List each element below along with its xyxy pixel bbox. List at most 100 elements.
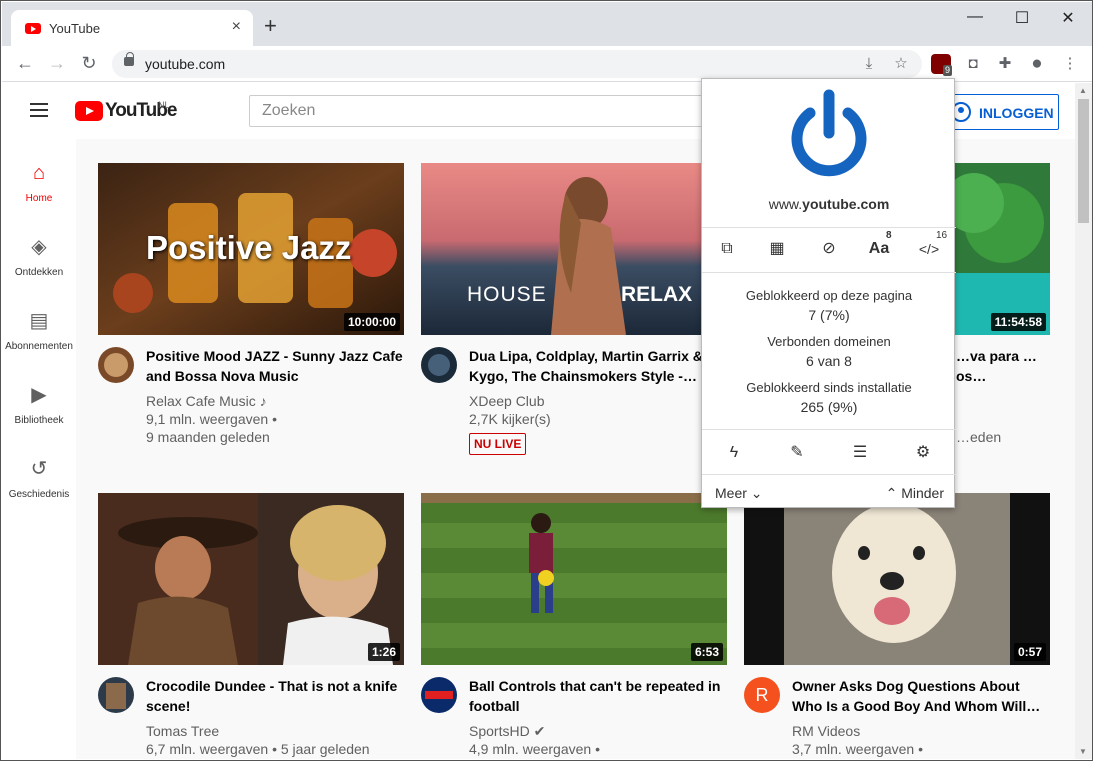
element-picker-eyedropper-icon[interactable]: ✎	[782, 439, 812, 467]
channel-avatar[interactable]	[98, 677, 134, 713]
browser-menu-icon[interactable]: ⋮	[1060, 54, 1080, 74]
address-bar[interactable]: youtube.com	[112, 50, 922, 78]
stat-blocked-page-value: 7 (7%)	[808, 307, 850, 323]
search-input[interactable]: Zoeken	[249, 95, 709, 127]
less-button[interactable]: ⌃ Minder	[886, 485, 944, 502]
sidebar-item-subscriptions[interactable]: ▤ Abonnementen	[2, 309, 76, 352]
logger-icon[interactable]: ☰	[845, 439, 875, 467]
video-thumbnail[interactable]: 0:57	[744, 493, 1050, 665]
sidebar-item-explore[interactable]: ◈ Ontdekken	[2, 235, 76, 278]
popup-toolbar-bottom: ϟ ✎ ☰ ⚙	[702, 439, 956, 469]
remote-fonts-count: 8	[886, 230, 892, 241]
install-app-icon[interactable]: ⤓	[859, 54, 879, 74]
javascript-icon[interactable]: </> 16	[914, 231, 947, 263]
url-text[interactable]: youtube.com	[145, 56, 225, 72]
video-duration: 6:53	[690, 643, 723, 661]
extensions-puzzle-icon[interactable]: ✚	[995, 54, 1015, 74]
video-thumbnail[interactable]: 6:53	[421, 493, 727, 665]
stat-domains-label: Verbonden domeinen	[767, 334, 891, 349]
video-title[interactable]: Crocodile Dundee - That is not a knife s…	[146, 676, 404, 716]
channel-name[interactable]: Tomas Tree	[146, 722, 404, 740]
javascript-label: </>	[918, 241, 940, 257]
divider	[702, 227, 956, 228]
minimize-button[interactable]: —	[952, 8, 998, 26]
sidebar-item-library[interactable]: ▶ Bibliotheek	[2, 383, 76, 426]
upload-date: 9 maanden geleden	[146, 429, 270, 445]
popup-blocking-icon[interactable]: ⧉	[712, 235, 742, 263]
view-count: 4,9 mln. weergaven •	[469, 741, 600, 757]
bitwarden-extension-icon[interactable]: ◘	[963, 54, 983, 74]
login-button[interactable]: INLOGGEN	[942, 94, 1059, 130]
channel-avatar[interactable]	[98, 347, 134, 383]
power-button-icon[interactable]	[784, 85, 874, 181]
media-blocking-icon[interactable]: ▦	[762, 235, 792, 263]
video-title[interactable]: Owner Asks Dog Questions About Who Is a …	[792, 676, 1050, 716]
video-title[interactable]: Ball Controls that can't be repeated in …	[469, 676, 727, 716]
video-thumbnail[interactable]: HOUSE RELAX	[421, 163, 727, 335]
video-thumbnail[interactable]: 1:26	[98, 493, 404, 665]
channel-name[interactable]: Relax Cafe Music ♪	[146, 392, 404, 410]
sidebar: ⌂ Home ◈ Ontdekken ▤ Abonnementen ▶ Bibl…	[2, 139, 76, 759]
maximize-button[interactable]: ☐	[999, 8, 1045, 28]
sidebar-item-label: Bibliotheek	[14, 415, 64, 426]
domain-main: youtube.com	[802, 196, 890, 212]
sidebar-item-home[interactable]: ⌂ Home	[2, 161, 76, 204]
bookmark-star-icon[interactable]: ☆	[891, 54, 911, 74]
new-tab-button[interactable]: +	[264, 15, 277, 37]
thumbnail-image	[744, 493, 1050, 665]
more-label: Meer	[715, 485, 747, 501]
channel-name[interactable]: RM Videos	[792, 722, 1050, 740]
channel-avatar[interactable]: R	[744, 677, 780, 713]
channel-avatar-image	[421, 347, 457, 383]
subscriptions-icon: ▤	[29, 310, 49, 332]
reload-icon[interactable]: ↻	[77, 52, 101, 74]
divider	[702, 272, 956, 273]
more-button[interactable]: Meer ⌄	[715, 485, 763, 502]
page-scrollbar[interactable]: ▲ ▼	[1075, 83, 1092, 759]
thumbnail-image	[421, 163, 727, 335]
video-title[interactable]: Positive Mood JAZZ - Sunny Jazz Cafe and…	[146, 346, 404, 386]
forward-arrow-icon[interactable]: →	[45, 52, 69, 74]
back-arrow-icon[interactable]: ←	[13, 52, 37, 74]
sidebar-item-label: Ontdekken	[14, 267, 64, 278]
sidebar-item-history[interactable]: ↺ Geschiedenis	[2, 457, 76, 500]
zapper-lightning-icon[interactable]: ϟ	[719, 439, 749, 467]
ublock-badge: 9	[943, 65, 953, 76]
profile-icon[interactable]: ●	[1027, 54, 1047, 74]
sidebar-item-label: Home	[25, 193, 53, 204]
channel-name[interactable]: XDeep Club	[469, 392, 727, 410]
video-duration: 11:54:58	[990, 313, 1046, 331]
thumbnail-image	[421, 493, 727, 665]
tab-close-icon[interactable]: ×	[232, 18, 241, 36]
scrollbar-thumb[interactable]	[1078, 99, 1089, 223]
history-icon: ↺	[30, 458, 48, 480]
video-duration: 10:00:00	[343, 313, 400, 331]
hamburger-menu-icon[interactable]	[30, 103, 48, 117]
upload-date: …eden	[956, 429, 1002, 445]
scroll-up-icon[interactable]: ▲	[1079, 86, 1087, 95]
view-count: 6,7 mln. weergaven • 5 jaar geleden	[146, 741, 370, 757]
country-code: NL	[158, 100, 170, 110]
video-title[interactable]: …va para …os…	[956, 346, 1050, 386]
view-count: 3,7 mln. weergaven •	[792, 741, 923, 757]
popup-domain: www.youtube.com	[702, 196, 956, 212]
video-thumbnail[interactable]: Positive Jazz 10:00:00	[98, 163, 404, 335]
search-placeholder: Zoeken	[262, 102, 316, 119]
cosmetic-filter-eye-icon[interactable]: ⊘	[814, 235, 844, 263]
lock-icon[interactable]	[124, 52, 134, 66]
video-meta: RM Videos 3,7 mln. weergaven •	[792, 722, 1050, 758]
close-window-button[interactable]: ✕	[1045, 8, 1091, 28]
scroll-down-icon[interactable]: ▼	[1079, 747, 1087, 756]
video-title[interactable]: Dua Lipa, Coldplay, Martin Garrix & Kygo…	[469, 346, 727, 386]
remote-fonts-icon[interactable]: Aa 8	[864, 231, 894, 263]
compass-icon: ◈	[31, 236, 47, 258]
dashboard-gears-icon[interactable]: ⚙	[908, 439, 938, 467]
channel-avatar[interactable]	[421, 677, 457, 713]
channel-avatar[interactable]	[421, 347, 457, 383]
youtube-logo-icon[interactable]	[75, 101, 103, 121]
channel-name[interactable]: SportsHD ✔	[469, 722, 727, 740]
domain-prefix: www.	[768, 196, 803, 212]
less-label: Minder	[901, 485, 944, 501]
tab-youtube[interactable]: YouTube ×	[11, 10, 253, 46]
library-icon: ▶	[31, 384, 47, 406]
